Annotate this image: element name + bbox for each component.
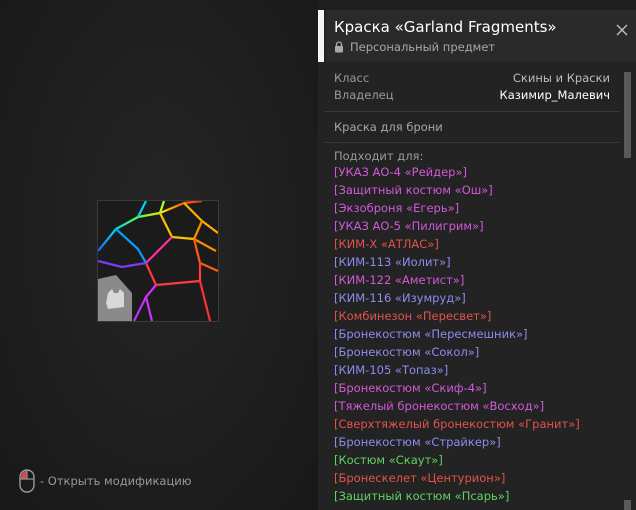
- compatible-item: [Бронекостюм «Сокол»]: [334, 345, 480, 359]
- compatible-item: [Тяжелый бронекостюм «Восход»]: [334, 399, 545, 413]
- item-details: Класс Скины и Краски Владелец Казимир_Ма…: [324, 62, 620, 510]
- compatible-item: [Бронекостюм «Скиф-4»]: [334, 381, 487, 395]
- compatible-item: [Экзоброня «Егерь»]: [334, 201, 460, 215]
- owner-row: Владелец Казимир_Малевич: [324, 87, 620, 104]
- close-icon[interactable]: [614, 22, 630, 38]
- header-top-strip: [318, 0, 636, 10]
- class-label: Класс: [334, 71, 370, 85]
- scrollbar-thumb[interactable]: [624, 72, 631, 158]
- compatible-item: [Сверхтяжелый бронекостюм «Гранит»]: [334, 417, 580, 431]
- compatible-item: [КИМ-113 «Иолит»]: [334, 255, 451, 269]
- item-header: Краска «Garland Fragments» Персональный …: [326, 10, 636, 62]
- item-title: Краска «Garland Fragments»: [334, 18, 557, 36]
- compatible-item: [Бронекостюм «Пересмешник»]: [334, 327, 528, 341]
- compatible-item: [КИМ-Х «АТЛАС»]: [334, 237, 439, 251]
- item-subtitle: Персональный предмет: [334, 40, 495, 54]
- compatible-items-list: [УКАЗ АО-4 «Рейдер»] [Защитный костюм «Ош…: [324, 163, 620, 505]
- compatible-item: [КИМ-122 «Аметист»]: [334, 273, 465, 287]
- fits-for-label: Подходит для:: [334, 149, 424, 163]
- item-type: Краска для брони: [334, 120, 443, 134]
- compatible-item: [Бронекостюм «Страйкер»]: [334, 435, 501, 449]
- item-thumbnail[interactable]: [97, 200, 219, 322]
- paint-swatch-icon: [98, 201, 218, 321]
- item-preview-area: - Открыть модификацию: [0, 0, 318, 510]
- open-modification-hint: - Открыть модификацию: [18, 468, 191, 494]
- compatible-item: [УКАЗ АО-4 «Рейдер»]: [334, 165, 467, 179]
- compatible-item: [КИМ-116 «Изумруд»]: [334, 291, 466, 305]
- class-value: Скины и Краски: [512, 71, 610, 85]
- hint-text: - Открыть модификацию: [40, 474, 192, 488]
- class-row: Класс Скины и Краски: [324, 70, 620, 87]
- owner-value: Казимир_Малевич: [499, 88, 610, 102]
- owner-label: Владелец: [334, 88, 394, 102]
- compatible-item: [Бронескелет «Центурион»]: [334, 471, 506, 485]
- compatible-item: [Костюм «Скаут»]: [334, 453, 443, 467]
- compatible-item: [КИМ-105 «Топаз»]: [334, 363, 449, 377]
- compatible-item: [Комбинезон «Пересвет»]: [334, 309, 492, 323]
- compatible-item: [Защитный костюм «Псарь»]: [334, 489, 510, 503]
- mouse-icon: [19, 469, 35, 493]
- item-info-panel: Краска «Garland Fragments» Персональный …: [318, 0, 636, 510]
- scrollbar[interactable]: [620, 62, 636, 510]
- header-accent-bar: [318, 10, 324, 62]
- compatible-item: [УКАЗ АО-5 «Пилигрим»]: [334, 219, 484, 233]
- personal-item-label: Персональный предмет: [350, 40, 496, 54]
- scrollbar-end: [624, 500, 631, 510]
- compatible-item: [Защитный костюм «Ош»]: [334, 183, 493, 197]
- lock-icon: [335, 41, 343, 53]
